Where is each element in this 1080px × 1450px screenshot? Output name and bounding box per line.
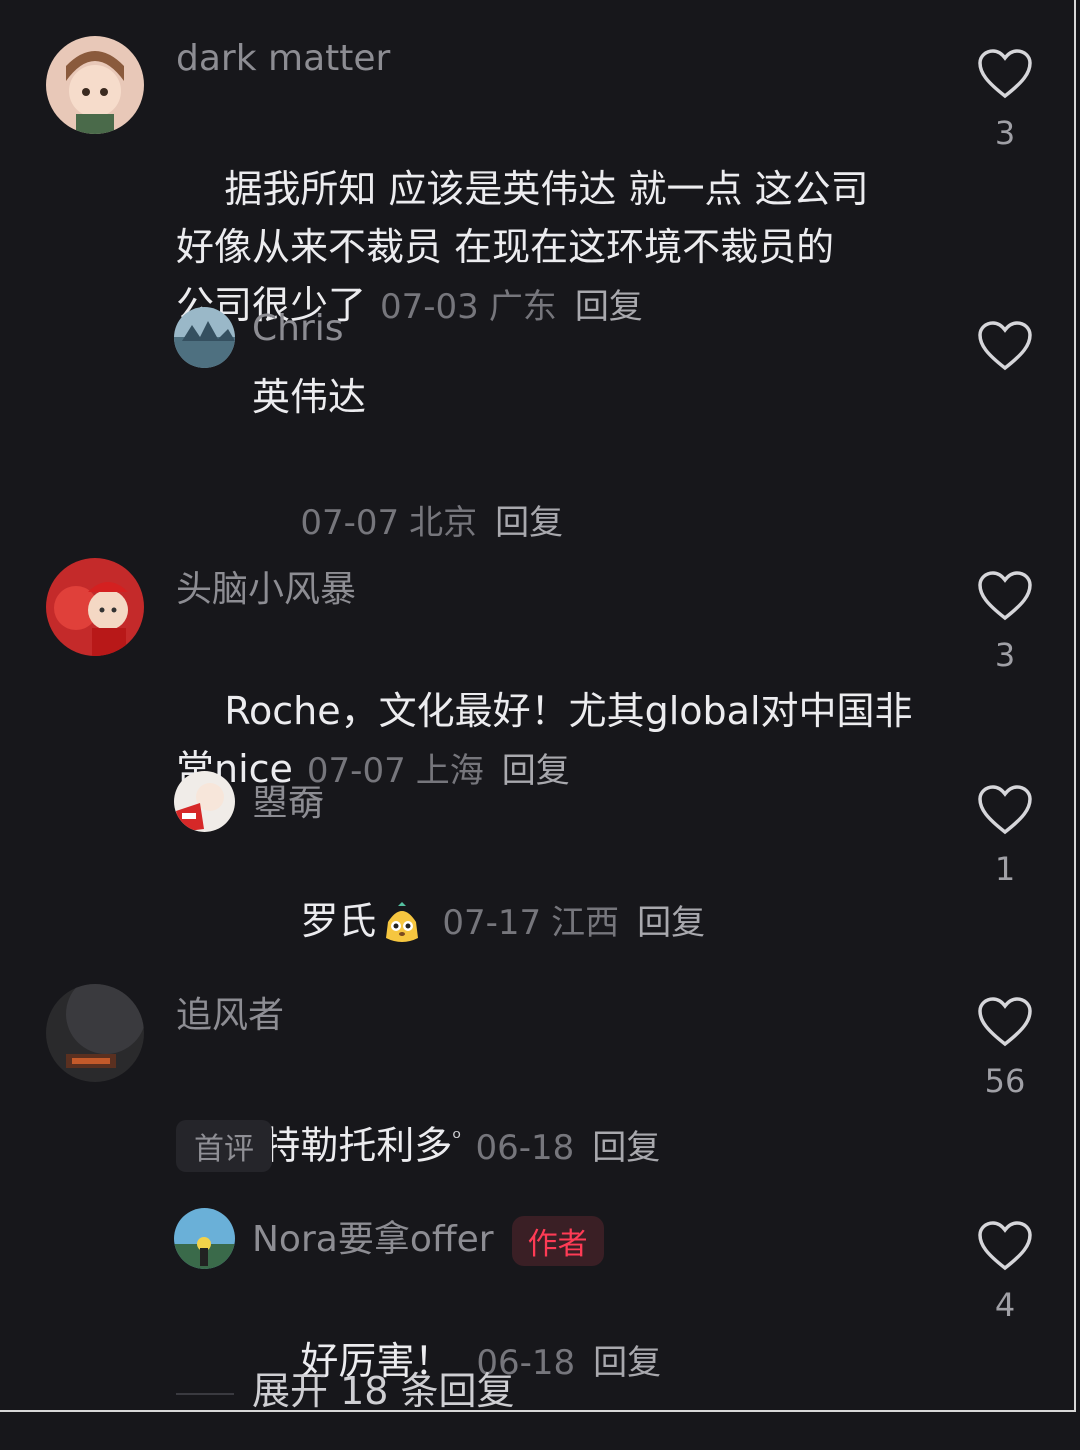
comment-text-block: 据我所知 应该是英伟达 就一点 这公司 好像从来不裁员 在现在这环境不裁员的 公… bbox=[176, 102, 936, 394]
avatar[interactable] bbox=[174, 1208, 235, 1269]
meerkat-emoji-icon bbox=[380, 901, 424, 946]
search-link-icon[interactable]: ᵒ bbox=[452, 1126, 461, 1151]
expand-replies-button[interactable]: 展开 18 条回复 bbox=[176, 1360, 515, 1415]
heart-icon bbox=[978, 49, 1032, 99]
comment-date: 07-03 bbox=[380, 287, 479, 327]
like-count: 3 bbox=[994, 114, 1016, 152]
like-button[interactable]: 4 bbox=[974, 1220, 1036, 1324]
like-count: 3 bbox=[994, 636, 1016, 674]
comment-date: 07-17 bbox=[442, 903, 542, 943]
expand-replies-label: 展开 18 条回复 bbox=[252, 1369, 515, 1413]
comment-username[interactable]: dark matter bbox=[176, 38, 390, 79]
reply-button[interactable]: 回复 bbox=[502, 751, 570, 791]
heart-icon bbox=[978, 321, 1032, 371]
avatar[interactable] bbox=[46, 984, 144, 1082]
avatar[interactable] bbox=[174, 307, 235, 368]
like-button[interactable] bbox=[974, 320, 1036, 376]
comment-location: 江西 bbox=[551, 903, 620, 943]
comment-date: 06-18 bbox=[475, 1127, 575, 1168]
comment-username-row: Nora要拿offer 作者 bbox=[252, 1210, 604, 1266]
first-comment-badge: 首评 bbox=[176, 1120, 272, 1172]
comment-text-block: 罗氏 07-17 江西 回复 bbox=[252, 834, 705, 1010]
avatar[interactable] bbox=[46, 36, 144, 134]
like-button[interactable]: 3 bbox=[974, 48, 1036, 152]
avatar[interactable] bbox=[46, 558, 144, 656]
comment-username[interactable]: 头脑小风暴 bbox=[176, 560, 356, 612]
reply-button[interactable]: 回复 bbox=[592, 1128, 660, 1168]
author-badge: 作者 bbox=[511, 1216, 604, 1266]
comment-location: 广东 bbox=[488, 287, 557, 327]
comment-text: 罗氏 bbox=[300, 899, 377, 943]
like-button[interactable]: 56 bbox=[974, 996, 1036, 1100]
avatar[interactable] bbox=[174, 771, 235, 832]
reply-button[interactable]: 回复 bbox=[495, 503, 563, 543]
reply-button[interactable]: 回复 bbox=[637, 903, 705, 943]
comment-location: 上海 bbox=[415, 751, 484, 791]
comment-date: 07-07 bbox=[300, 503, 400, 543]
heart-icon bbox=[978, 571, 1032, 621]
heart-icon bbox=[978, 785, 1032, 835]
comment-location: 北京 bbox=[409, 503, 478, 543]
like-button[interactable]: 3 bbox=[974, 570, 1036, 674]
like-button[interactable]: 1 bbox=[974, 784, 1036, 888]
like-count: 1 bbox=[994, 850, 1016, 888]
heart-icon bbox=[978, 1221, 1032, 1271]
comment-username[interactable]: 追风者 bbox=[176, 986, 284, 1038]
comment-username[interactable]: 曌奣 bbox=[252, 774, 324, 826]
comment-text: 英伟达 bbox=[252, 375, 367, 419]
like-count: 56 bbox=[984, 1062, 1026, 1100]
comment-username[interactable]: Chris bbox=[252, 308, 344, 349]
like-count: 4 bbox=[994, 1286, 1016, 1324]
comment-username[interactable]: Nora要拿offer bbox=[252, 1219, 494, 1260]
heart-icon bbox=[978, 997, 1032, 1047]
reply-button[interactable]: 回复 bbox=[593, 1343, 661, 1383]
divider-line bbox=[176, 1392, 234, 1395]
reply-button[interactable]: 回复 bbox=[575, 287, 643, 327]
